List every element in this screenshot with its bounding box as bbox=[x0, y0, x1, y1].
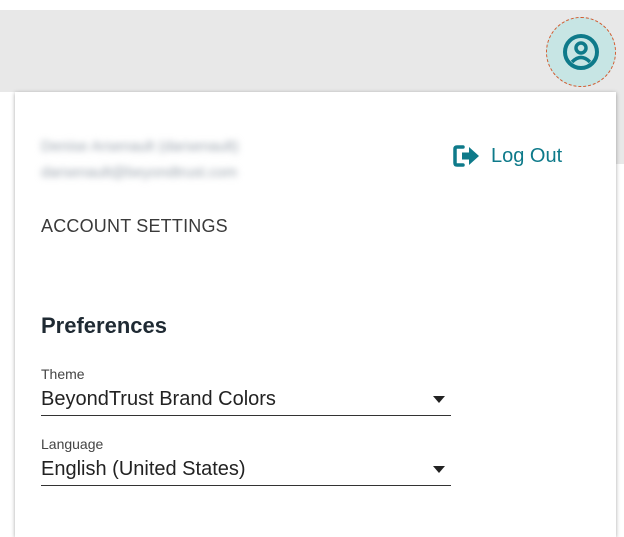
app-window: Denise Arsenault (darsenault) darsenault… bbox=[0, 0, 624, 537]
theme-select[interactable]: BeyondTrust Brand Colors bbox=[41, 384, 451, 416]
theme-value: BeyondTrust Brand Colors bbox=[41, 388, 276, 410]
caret-down-icon bbox=[433, 396, 445, 403]
language-select[interactable]: English (United States) bbox=[41, 454, 451, 486]
user-circle-icon bbox=[563, 34, 599, 70]
language-field: Language English (United States) bbox=[41, 436, 451, 486]
account-settings-link[interactable]: ACCOUNT SETTINGS bbox=[41, 216, 228, 237]
caret-down-icon bbox=[433, 466, 445, 473]
preferences-heading: Preferences bbox=[41, 313, 167, 338]
user-name: Denise Arsenault (darsenault) bbox=[41, 138, 239, 155]
logout-button[interactable]: Log Out bbox=[453, 144, 562, 168]
sign-out-icon bbox=[453, 145, 479, 167]
top-header-bar bbox=[0, 10, 624, 92]
header-edge bbox=[616, 92, 624, 164]
logout-label: Log Out bbox=[491, 144, 563, 167]
user-email: darsenault@beyondtrust.com bbox=[41, 164, 238, 181]
account-dropdown-panel: Denise Arsenault (darsenault) darsenault… bbox=[15, 92, 616, 537]
language-value: English (United States) bbox=[41, 458, 246, 480]
user-avatar-button[interactable] bbox=[546, 17, 616, 87]
theme-field: Theme BeyondTrust Brand Colors bbox=[41, 366, 451, 416]
language-label: Language bbox=[41, 436, 104, 452]
user-info: Denise Arsenault (darsenault) darsenault… bbox=[41, 134, 239, 186]
theme-label: Theme bbox=[41, 366, 85, 382]
